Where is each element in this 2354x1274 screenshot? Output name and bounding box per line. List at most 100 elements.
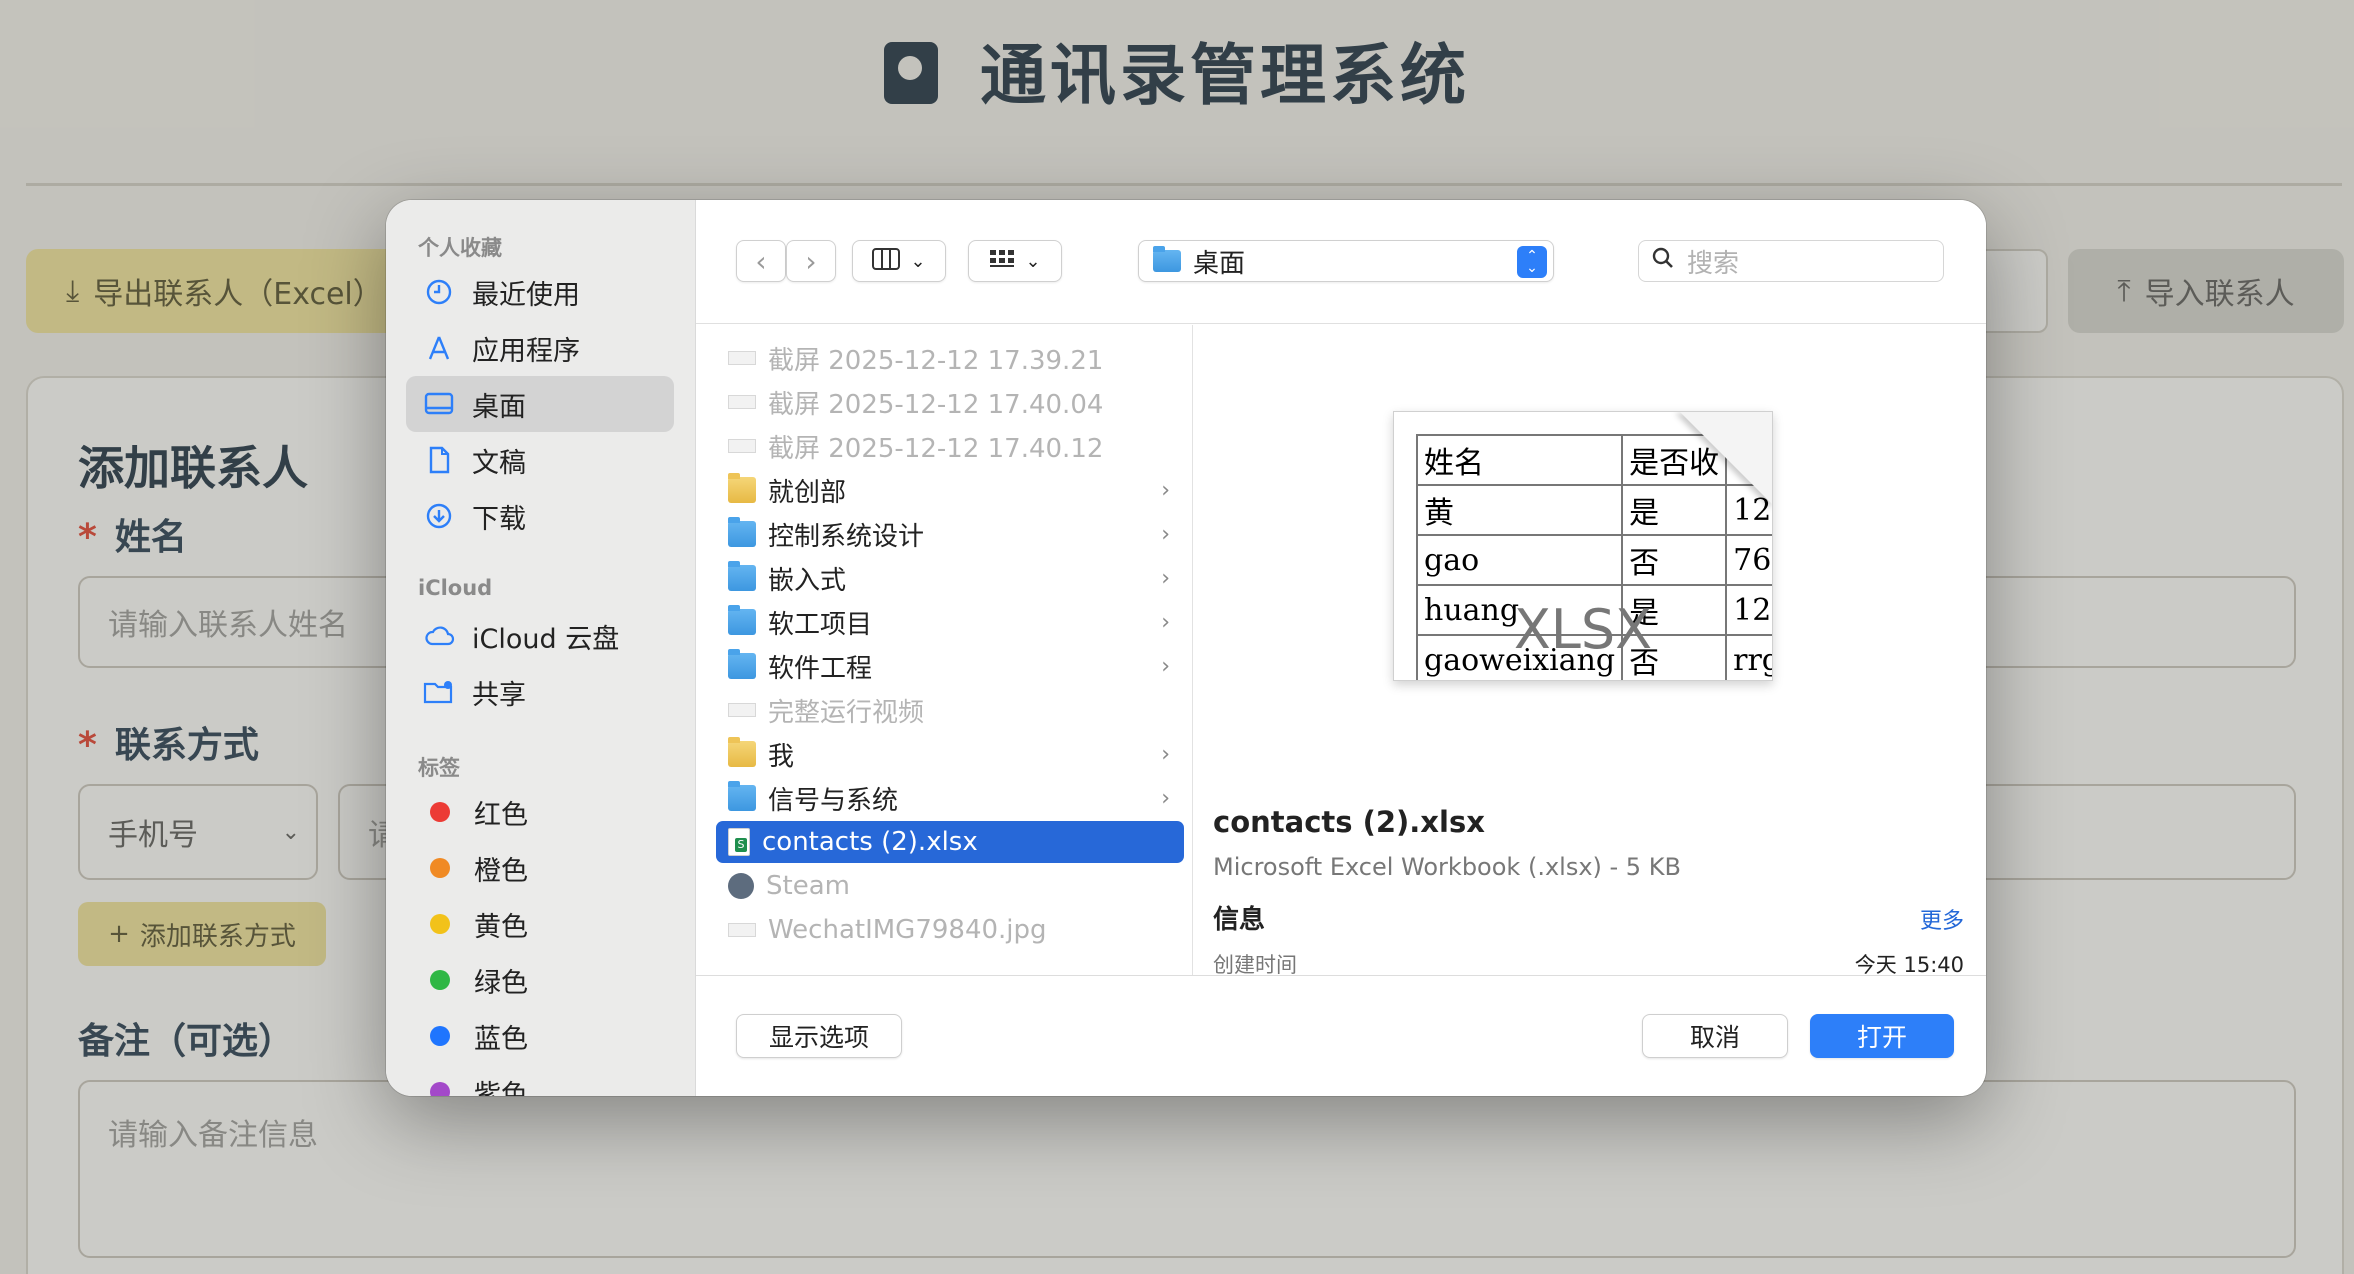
file-row[interactable]: 截屏 2025-12-12 17.40.04: [716, 381, 1184, 423]
sidebar-item-downloads[interactable]: 下载: [406, 488, 674, 544]
icloud-header: iCloud: [418, 576, 493, 600]
preview-file-name: contacts (2).xlsx: [1213, 805, 1485, 839]
steam-app-icon: [728, 873, 754, 899]
file-name: 就创部: [768, 477, 847, 508]
forward-button[interactable]: ›: [786, 240, 836, 282]
folder-icon: [728, 781, 756, 811]
tag-label: 蓝色: [474, 1023, 528, 1055]
folder-row[interactable]: 我 ›: [716, 733, 1184, 775]
chevron-right-icon: ›: [1161, 785, 1170, 811]
show-options-button[interactable]: 显示选项: [736, 1014, 902, 1058]
thumb-cell: 黄: [1415, 484, 1624, 536]
file-row[interactable]: 截屏 2025-12-12 17.40.12: [716, 425, 1184, 467]
file-row[interactable]: 完整运行视频: [716, 689, 1184, 731]
info-heading: 信息: [1213, 905, 1266, 935]
folder-row[interactable]: 嵌入式 ›: [716, 557, 1184, 599]
sidebar-item-label: 应用程序: [472, 335, 580, 367]
folder-icon: [1153, 246, 1181, 272]
folder-row[interactable]: 就创部 ›: [716, 469, 1184, 511]
columns-view-icon: [872, 248, 901, 274]
file-row-selected[interactable]: contacts (2).xlsx: [716, 821, 1184, 863]
cancel-button[interactable]: 取消: [1642, 1014, 1788, 1058]
tag-label: 黄色: [474, 911, 528, 943]
file-row[interactable]: WechatIMG79840.jpg: [716, 909, 1184, 951]
grid-view-icon: [989, 248, 1015, 274]
thumb-cell: 否: [1621, 534, 1728, 586]
chevron-right-icon: ›: [1161, 521, 1170, 547]
sidebar-item-desktop[interactable]: 桌面: [406, 376, 674, 432]
sidebar-tag-blue[interactable]: 蓝色: [406, 1008, 674, 1064]
file-name: 控制系统设计: [768, 521, 925, 552]
folder-row[interactable]: 软工项目 ›: [716, 601, 1184, 643]
sidebar-tag-orange[interactable]: 橙色: [406, 840, 674, 896]
file-type-badge: XLSX: [1513, 598, 1653, 661]
folder-icon: [728, 561, 756, 591]
video-file-icon: [728, 703, 756, 717]
file-name: contacts (2).xlsx: [762, 827, 978, 857]
sidebar-item-label: 文稿: [472, 447, 526, 479]
folder-icon: [728, 517, 756, 547]
search-placeholder: 搜索: [1687, 248, 1740, 279]
file-list: 截屏 2025-12-12 17.39.21 截屏 2025-12-12 17.…: [696, 325, 1192, 975]
back-button[interactable]: ‹: [736, 240, 786, 282]
sidebar-tag-red[interactable]: 红色: [406, 784, 674, 840]
sidebar-item-applications[interactable]: 应用程序: [406, 320, 674, 376]
chevron-down-icon: ⌄: [1025, 250, 1041, 272]
file-name: 截屏 2025-12-12 17.40.12: [768, 433, 1104, 464]
folder-icon: [728, 737, 756, 767]
screenshot-file-icon: [728, 351, 756, 365]
sidebar-tag-green[interactable]: 绿色: [406, 952, 674, 1008]
dialog-sidebar: 个人收藏 最近使用 应用程序 桌面 文稿 下载 iCloud iCloud 云盘: [386, 200, 696, 1096]
sidebar-item-icloud-drive[interactable]: iCloud 云盘: [406, 608, 674, 664]
tag-label: 红色: [474, 799, 528, 831]
view-mode-columns-button[interactable]: ⌄: [852, 240, 946, 282]
sidebar-item-shared[interactable]: 共享: [406, 664, 674, 720]
sidebar-tag-yellow[interactable]: 黄色: [406, 896, 674, 952]
file-name: 软件工程: [768, 653, 873, 684]
chevron-right-icon: ›: [1161, 741, 1170, 767]
tags-header: 标签: [418, 756, 460, 780]
more-link[interactable]: 更多: [1920, 903, 1964, 935]
open-file-dialog: 个人收藏 最近使用 应用程序 桌面 文稿 下载 iCloud iCloud 云盘: [386, 200, 1986, 1096]
file-name: Steam: [766, 871, 850, 901]
tag-label: 绿色: [474, 967, 528, 999]
preview-pane: 姓名是否收 黄是12 gao否766 huang是123 gaoweixiang…: [1192, 325, 1986, 977]
search-input[interactable]: 搜索: [1638, 240, 1944, 282]
up-down-stepper-icon: ⌃ ⌄: [1517, 246, 1547, 278]
download-icon: [422, 499, 456, 533]
file-name: 完整运行视频: [768, 697, 925, 728]
file-name: WechatIMG79840.jpg: [768, 915, 1047, 945]
sidebar-item-recents[interactable]: 最近使用: [406, 264, 674, 320]
blue-tag-dot-icon: [430, 1026, 450, 1046]
sidebar-tag-purple[interactable]: 紫色: [406, 1064, 674, 1096]
cloud-icon: [422, 619, 456, 653]
document-icon: [422, 443, 456, 477]
favorites-header: 个人收藏: [418, 236, 502, 260]
folder-row[interactable]: 信号与系统 ›: [716, 777, 1184, 819]
folder-row[interactable]: 控制系统设计 ›: [716, 513, 1184, 555]
chevron-left-icon: ‹: [755, 244, 767, 278]
group-by-button[interactable]: ⌄: [968, 240, 1062, 282]
open-button[interactable]: 打开: [1810, 1014, 1954, 1058]
image-file-icon: [728, 923, 756, 937]
spreadsheet-file-icon: [728, 828, 750, 856]
folder-row[interactable]: 软件工程 ›: [716, 645, 1184, 687]
sidebar-item-label: iCloud 云盘: [472, 623, 620, 655]
chevron-right-icon: ›: [805, 244, 817, 278]
location-popup[interactable]: 桌面 ⌃ ⌄: [1138, 240, 1554, 282]
chevron-right-icon: ›: [1161, 653, 1170, 679]
green-tag-dot-icon: [430, 970, 450, 990]
file-thumbnail: 姓名是否收 黄是12 gao否766 huang是123 gaoweixiang…: [1393, 411, 1773, 681]
sidebar-item-documents[interactable]: 文稿: [406, 432, 674, 488]
sidebar-item-label: 共享: [472, 679, 526, 711]
purple-tag-dot-icon: [430, 1082, 450, 1096]
chevron-down-icon: ⌄: [910, 250, 926, 272]
chevron-right-icon: ›: [1161, 477, 1170, 503]
dialog-footer: 显示选项 取消 打开: [696, 975, 1986, 1096]
preview-file-kind: Microsoft Excel Workbook (.xlsx) - 5 KB: [1213, 853, 1681, 881]
file-row[interactable]: Steam: [716, 865, 1184, 907]
file-row[interactable]: 截屏 2025-12-12 17.39.21: [716, 337, 1184, 379]
tag-label: 橙色: [474, 855, 528, 887]
file-name: 信号与系统: [768, 785, 899, 816]
thumb-cell: 姓名: [1415, 434, 1624, 486]
